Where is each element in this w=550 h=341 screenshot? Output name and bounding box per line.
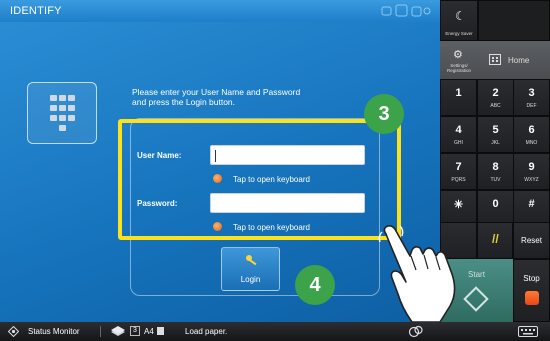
key-3[interactable]: 3 DEF [513, 79, 550, 116]
home-icon [489, 54, 501, 65]
instruction-line-2: and press the Login button. [132, 97, 236, 107]
key-digit: 8 [492, 161, 499, 173]
step-4-badge: 4 [295, 265, 335, 305]
gear-icon: ⚙ [453, 49, 463, 61]
favorite-settings-icon[interactable] [408, 325, 424, 338]
reset-icon: // [492, 232, 499, 246]
instruction-line-1: Please enter your User Name and Password [132, 87, 301, 97]
key-letters: PQRS [451, 177, 466, 183]
highlight-frame [118, 119, 401, 240]
key-digit: 1 [455, 87, 462, 99]
paper-size: A4 [144, 327, 154, 336]
title-bar: IDENTIFY [0, 0, 440, 22]
status-bar: Status Monitor 3 A4 Load paper. [0, 322, 550, 341]
key-letters: JKL [491, 140, 500, 146]
energy-saver-label: Energy Saver [445, 31, 473, 36]
reset-button[interactable]: Reset [513, 222, 550, 259]
screen-title: IDENTIFY [10, 5, 62, 17]
energy-saver-button[interactable]: ☾ Energy Saver [440, 0, 478, 41]
key-digit: 7 [455, 161, 462, 173]
settings-registration-label: Settings/ Registration [446, 63, 471, 73]
key-letters: ABC [490, 103, 501, 109]
reset-label: Reset [521, 236, 542, 245]
key-digit: 5 [492, 124, 499, 136]
key-digit: # [528, 198, 535, 210]
login-button-label: Login [240, 275, 261, 284]
identify-screen: IDENTIFY Please enter your User Name and… [0, 0, 440, 322]
key-8[interactable]: 8 TUV [477, 153, 514, 190]
key-6[interactable]: 6 MNO [513, 116, 550, 153]
key-5[interactable]: 5 JKL [477, 116, 514, 153]
home-label: Home [508, 56, 530, 65]
step-3-badge: 3 [364, 94, 404, 134]
key-letters: DEF [526, 103, 537, 109]
key-letters: MNO [525, 140, 538, 146]
login-instructions: Please enter your User Name and Password… [132, 87, 332, 107]
status-monitor-icon[interactable] [8, 326, 19, 337]
start-diamond-icon [463, 286, 489, 312]
key-digit: 6 [528, 124, 535, 136]
title-decoration-icon [381, 4, 431, 17]
tray-number: 3 [130, 326, 140, 336]
keyboard-icon[interactable] [518, 326, 538, 337]
paper-orientation-icon [157, 327, 164, 335]
key-9[interactable]: 9 WXYZ [513, 153, 550, 190]
keypad-illustration-icon [27, 82, 97, 144]
stop-icon [525, 291, 539, 305]
key-2[interactable]: 2 ABC [477, 79, 514, 116]
key-digit: 0 [492, 198, 499, 210]
panel-blank-area [478, 0, 550, 41]
key-digit: 9 [528, 161, 535, 173]
status-monitor-button[interactable]: Status Monitor [28, 327, 80, 336]
pointing-hand-icon [378, 225, 456, 323]
key-icon [246, 255, 257, 266]
stop-label: Stop [523, 274, 540, 283]
home-button[interactable]: Home [478, 43, 550, 77]
key-digit: 3 [528, 87, 535, 99]
status-message: Load paper. [185, 327, 228, 336]
stop-button[interactable]: Stop [513, 259, 550, 322]
key-digit: 2 [492, 87, 499, 99]
paper-stack-icon [111, 326, 125, 336]
key-4[interactable]: 4 GHI [440, 116, 477, 153]
key-1[interactable]: 1 [440, 79, 477, 116]
key-letters: WXYZ [524, 177, 539, 183]
key-digit: ✳ [453, 199, 464, 211]
divider [100, 326, 101, 337]
key-letters: GHI [454, 140, 463, 146]
settings-registration-button[interactable]: ⚙ Settings/ Registration [440, 43, 478, 77]
login-button[interactable]: Login [221, 247, 280, 291]
moon-icon: ☾ [455, 9, 466, 23]
key-digit: 4 [455, 124, 462, 136]
key-7[interactable]: 7 PQRS [440, 153, 477, 190]
key-letters: TUV [490, 177, 501, 183]
